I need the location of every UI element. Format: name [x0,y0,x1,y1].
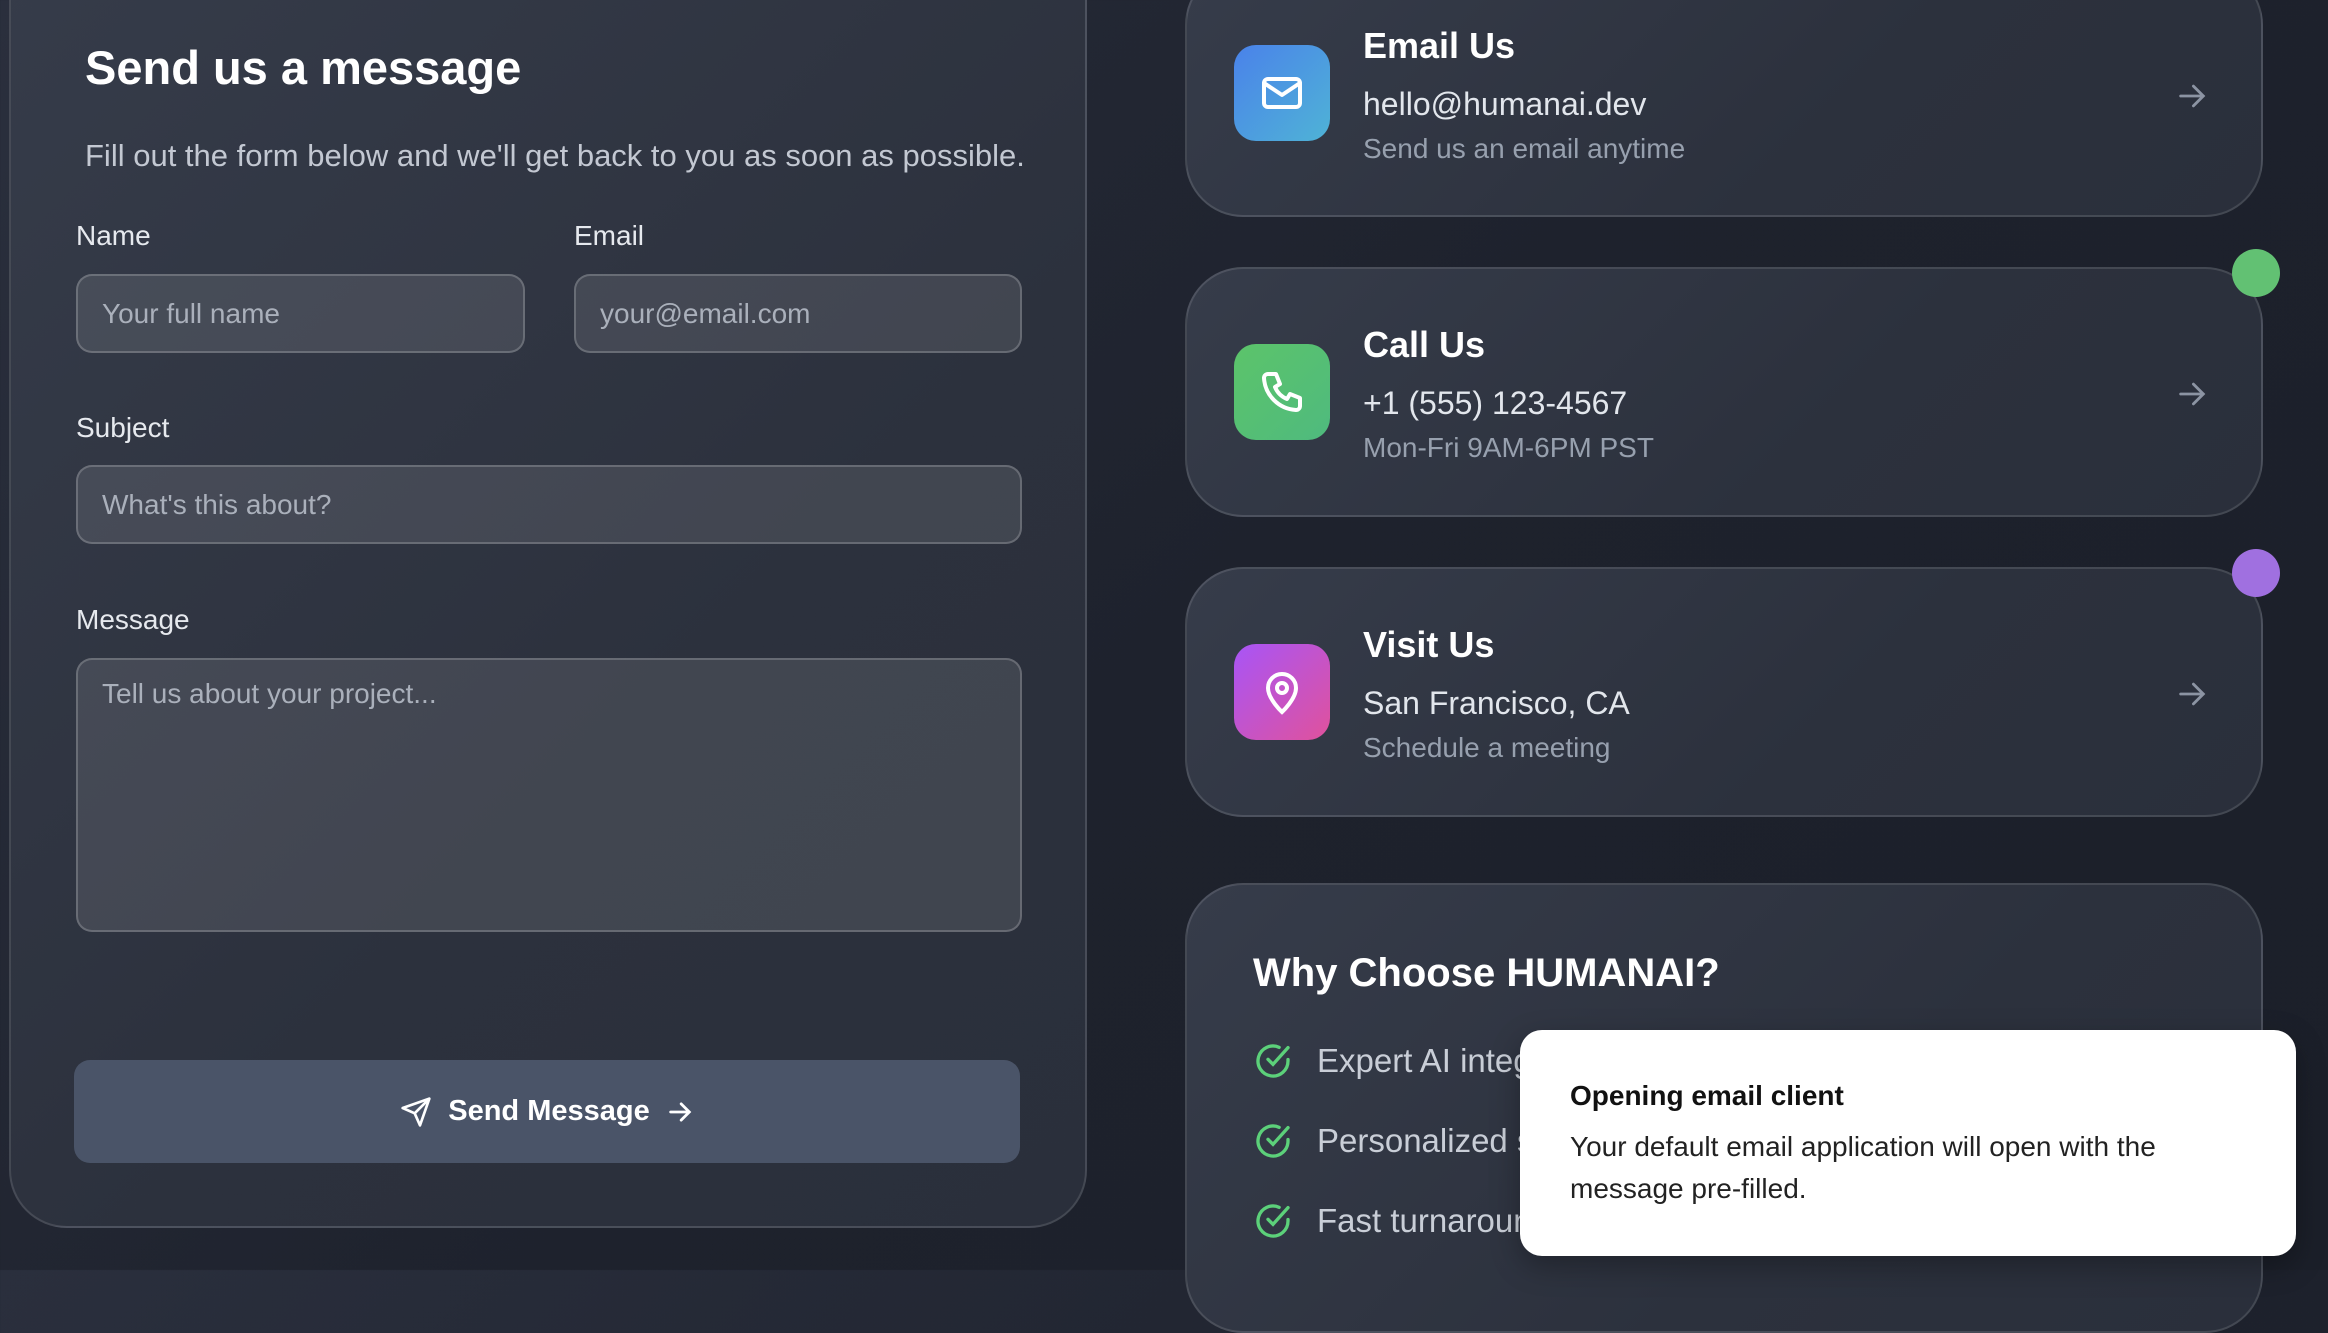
feature-item: Fast turnaround [1253,1201,1550,1241]
contact-value[interactable]: hello@humanai.dev [1363,86,1646,123]
map-pin-icon [1234,644,1330,740]
status-dot-purple [2232,549,2280,597]
contact-value[interactable]: +1 (555) 123-4567 [1363,385,1627,422]
contact-form-card: Send us a message Fill out the form belo… [9,0,1087,1228]
arrow-right-icon [669,1101,692,1122]
contact-card-phone[interactable]: Call Us +1 (555) 123-4567 Mon-Fri 9AM-6P… [1185,267,2263,517]
message-label: Message [76,604,190,635]
contact-title: Call Us [1363,324,1486,365]
mail-icon [1234,45,1330,141]
send-message-label: Send Message [448,1095,650,1127]
email-input[interactable]: your@email.com [574,274,1022,353]
form-subtitle: Fill out the form below and we'll get ba… [85,138,1025,173]
arrow-right-icon [2179,382,2206,406]
status-dot-green [2232,249,2280,297]
toast-title: Opening email client [1570,1080,1844,1111]
arrow-right-icon [2179,84,2206,108]
email-label: Email [574,220,645,251]
message-textarea[interactable]: Tell us about your project... [76,658,1022,932]
toast-notification[interactable]: Opening email client Your default email … [1520,1030,2296,1256]
subject-input[interactable]: What's this about? [76,465,1022,544]
contact-note: Schedule a meeting [1363,732,1611,763]
check-circle-icon [1256,1124,1290,1158]
subject-placeholder: What's this about? [102,488,332,520]
name-input[interactable]: Your full name [76,274,525,353]
contact-title: Visit Us [1363,624,1495,665]
subject-label: Subject [76,412,170,443]
contact-card-email[interactable]: Email Us hello@humanai.dev Send us an em… [1185,0,2263,217]
toast-body: Your default email application will open… [1570,1131,2156,1204]
contact-note: Send us an email anytime [1363,133,1686,164]
contact-card-location[interactable]: Visit Us San Francisco, CA Schedule a me… [1185,567,2263,817]
contact-title: Email Us [1363,25,1516,66]
feature-text: Fast turnaround [1317,1202,1550,1239]
message-placeholder: Tell us about your project... [102,678,437,709]
name-label: Name [76,220,151,251]
name-placeholder: Your full name [102,297,280,329]
contact-value[interactable]: San Francisco, CA [1363,685,1630,722]
arrow-right-icon [2179,682,2206,706]
send-icon [401,1096,431,1127]
phone-icon [1234,344,1330,440]
send-message-button[interactable]: Send Message [74,1060,1020,1163]
check-circle-icon [1256,1204,1290,1238]
form-title: Send us a message [85,41,522,94]
contact-note: Mon-Fri 9AM-6PM PST [1363,432,1654,463]
why-title: Why Choose HUMANAI? [1253,951,1720,995]
check-circle-icon [1256,1044,1290,1078]
email-placeholder: your@email.com [600,297,811,329]
